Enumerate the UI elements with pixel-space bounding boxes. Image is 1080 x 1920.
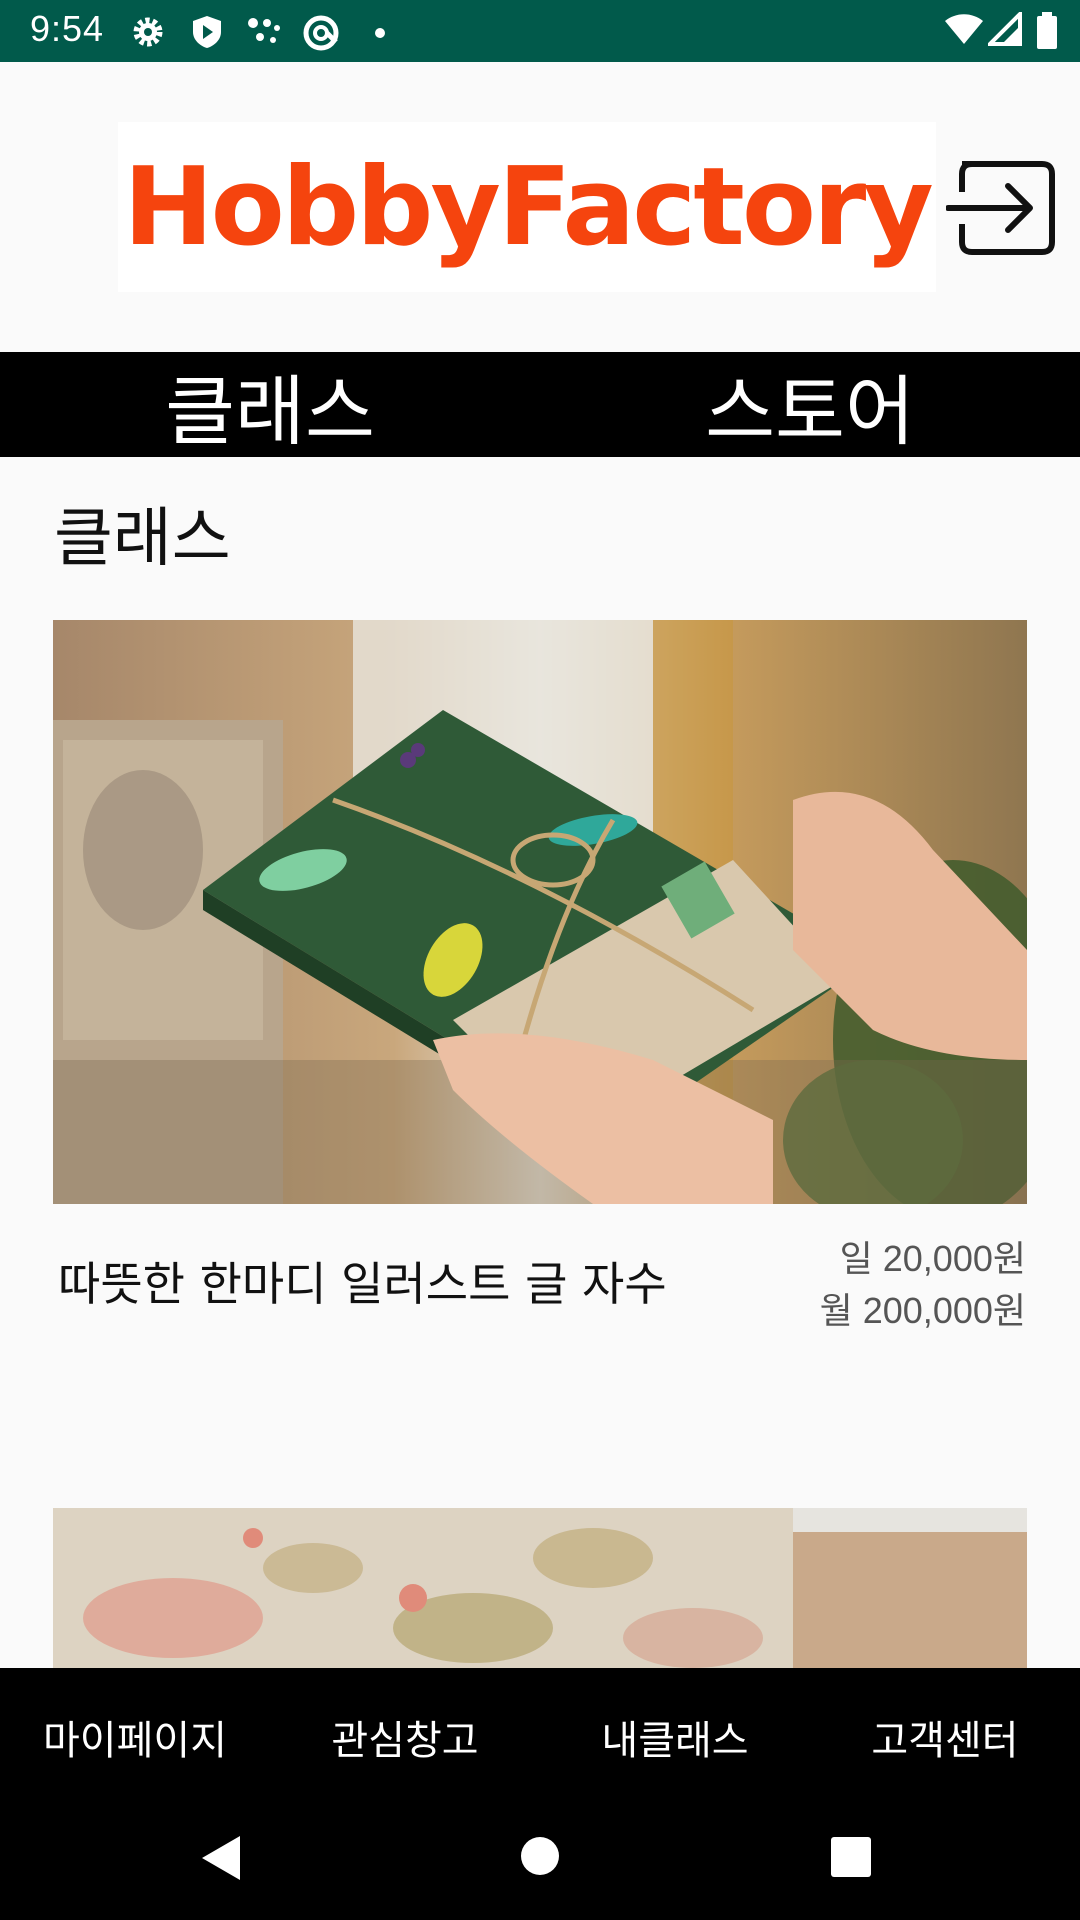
login-button[interactable] (945, 158, 1058, 258)
tab-store[interactable]: 스토어 (540, 352, 1080, 457)
bottom-nav-myclass[interactable]: 내클래스 (540, 1708, 810, 1766)
wifi-icon (944, 12, 984, 50)
shield-play-icon (190, 14, 224, 54)
at-sync-icon (302, 14, 340, 56)
class-card-image[interactable] (53, 620, 1027, 1204)
price-day: 일 20,000원 (839, 1238, 1026, 1279)
login-arrow-icon (945, 161, 1055, 255)
floral-fabric-photo (53, 1508, 1027, 1668)
battery-icon (1036, 12, 1058, 54)
tab-class[interactable]: 클래스 (0, 352, 540, 457)
logo-text: HobbyFactory (123, 144, 933, 270)
section-title: 클래스 (54, 502, 231, 576)
recents-icon[interactable] (830, 1836, 872, 1882)
embroidered-book-gift-photo (53, 620, 1027, 1204)
back-icon[interactable] (200, 1834, 244, 1886)
class-title[interactable]: 따뜻한 한마디 일러스트 글 자수 (58, 1248, 667, 1314)
status-time: 9:54 (30, 8, 105, 49)
class-card-image[interactable] (53, 1508, 1027, 1668)
bottom-nav-wishlist[interactable]: 관심창고 (270, 1708, 540, 1766)
dots-icon (246, 14, 282, 54)
dot-icon (374, 24, 386, 43)
price-month: 월 200,000원 (819, 1290, 1026, 1331)
top-tab-bar: 클래스 스토어 (0, 352, 1080, 457)
app-logo[interactable]: HobbyFactory (118, 122, 936, 292)
system-nav-bar (0, 1790, 1080, 1920)
status-bar: 9:54 (0, 0, 1080, 62)
home-icon[interactable] (520, 1836, 560, 1880)
bottom-nav-support[interactable]: 고객센터 (810, 1708, 1080, 1766)
bottom-nav-mypage[interactable]: 마이페이지 (0, 1708, 270, 1766)
signal-icon (985, 9, 1022, 50)
gear-icon (130, 14, 166, 54)
